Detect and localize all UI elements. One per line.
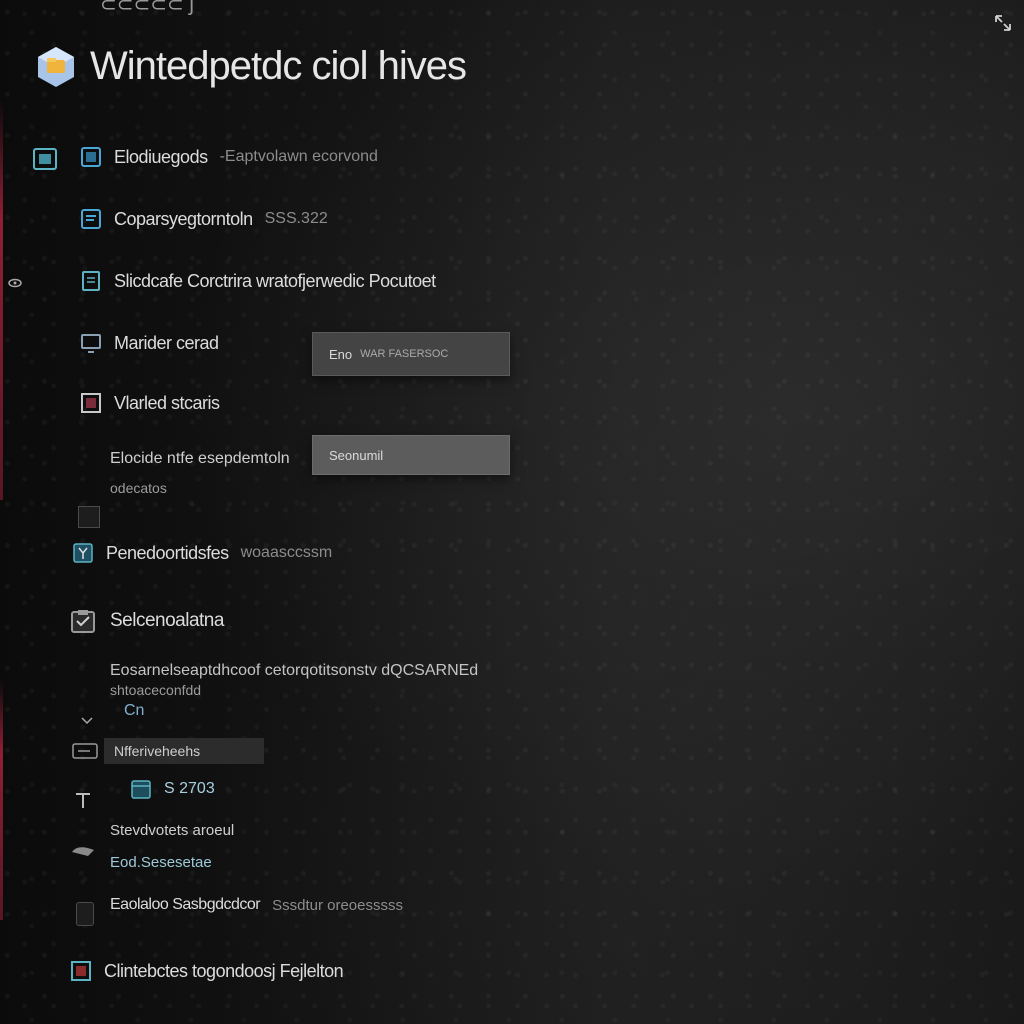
monitor-icon bbox=[81, 334, 101, 353]
left-accent-bar bbox=[0, 100, 3, 500]
badge-icon bbox=[73, 543, 93, 563]
checkbox[interactable] bbox=[78, 506, 100, 528]
book-icon bbox=[71, 961, 91, 981]
item-label: Elodiuegods bbox=[114, 146, 208, 167]
hand-icon bbox=[72, 847, 94, 856]
app-title: Wintedpetdc ciol hives bbox=[90, 44, 467, 88]
tag-text: Cn bbox=[124, 702, 145, 719]
item-label: Clintebctes togondoosj Fejlelton bbox=[104, 960, 344, 981]
option-meta: WAR FASERSOC bbox=[360, 348, 449, 360]
expand-icon[interactable] bbox=[994, 14, 1012, 32]
info-row[interactable]: Eaolaloo Sasbgdcdcor Sssdtur oreoesssss bbox=[110, 896, 403, 914]
clipboard-icon bbox=[71, 610, 95, 633]
info-meta: Sssdtur oreoesssss bbox=[272, 896, 403, 914]
app-window: ⊂⊂⊂⊂⊂ ʃ Wintedpetdc ciol hives Elodiuego… bbox=[0, 0, 1024, 1024]
option-label: Eno bbox=[329, 346, 353, 362]
item-label: Penedoortidsfes bbox=[106, 542, 229, 563]
shortcut-value-row: S 2703 bbox=[130, 778, 215, 800]
chevron-down-icon[interactable] bbox=[80, 716, 94, 726]
section-header[interactable]: Selcenoalatna bbox=[68, 606, 224, 636]
item-meta: -Eaptvolawn ecorvond bbox=[219, 148, 378, 165]
field-label: Elocide ntfe esepdemtoln bbox=[110, 450, 290, 467]
option-label: Seonumil bbox=[329, 447, 384, 463]
top-text-fragment: ⊂⊂⊂⊂⊂ ʃ bbox=[100, 0, 194, 16]
shortcut-value: S 2703 bbox=[164, 780, 215, 797]
dropdown-option[interactable]: Eno WAR FASERSOC bbox=[312, 332, 510, 376]
description-text: Eosarnelseaptdhcoof cetorqotitsonstv dQC… bbox=[110, 662, 479, 679]
left-accent-bar-lower bbox=[0, 680, 3, 920]
shortcut-chip[interactable]: Nfferiveheehs bbox=[104, 738, 264, 764]
list-item[interactable]: Coparsyegtorntoln SSS.322 bbox=[80, 208, 328, 230]
eye-icon[interactable] bbox=[8, 278, 22, 288]
info-label: Eaolaloo Sasbgdcdcor bbox=[110, 896, 261, 913]
section-label: Selcenoalatna bbox=[110, 610, 224, 631]
item-meta: woaasccssm bbox=[240, 544, 333, 561]
info-line: Eod.Sesesetae bbox=[110, 854, 212, 871]
description-text-2: shtoaceconfdd bbox=[110, 682, 202, 698]
list-item[interactable]: Elodiuegods -Eaptvolawn ecorvond bbox=[80, 146, 378, 168]
document-icon bbox=[81, 209, 101, 229]
app-logo-icon bbox=[38, 46, 74, 87]
field-sublabel: odecatos bbox=[110, 480, 167, 496]
dropdown-option-selected[interactable]: Seonumil bbox=[312, 435, 510, 475]
device-icon[interactable] bbox=[76, 902, 94, 926]
pin-icon[interactable] bbox=[72, 790, 94, 812]
item-label: Vlarled stcaris bbox=[114, 392, 220, 413]
window-icon bbox=[81, 393, 101, 413]
list-item[interactable]: Clintebctes togondoosj Fejlelton bbox=[70, 960, 344, 982]
app-header: Wintedpetdc ciol hives bbox=[34, 44, 467, 89]
item-label: Coparsyegtorntoln bbox=[114, 208, 253, 229]
list-item[interactable]: Slicdcafe Corctrira wratofjerwedic Pocut… bbox=[80, 270, 436, 292]
document-icon bbox=[81, 147, 101, 167]
list-item[interactable]: Penedoortidsfes woaasccssm bbox=[72, 542, 332, 564]
item-label: Slicdcafe Corctrira wratofjerwedic Pocut… bbox=[114, 270, 436, 291]
key-icon bbox=[72, 743, 98, 759]
list-item[interactable]: Marider cerad bbox=[80, 332, 219, 354]
folder-icon[interactable] bbox=[32, 146, 58, 172]
info-line: Stevdvotets aroeul bbox=[110, 822, 235, 839]
calendar-icon bbox=[131, 780, 151, 799]
list-item[interactable]: Vlarled stcaris bbox=[80, 392, 220, 414]
file-icon bbox=[82, 271, 100, 291]
item-label: Marider cerad bbox=[114, 332, 219, 353]
item-meta: SSS.322 bbox=[264, 210, 328, 227]
